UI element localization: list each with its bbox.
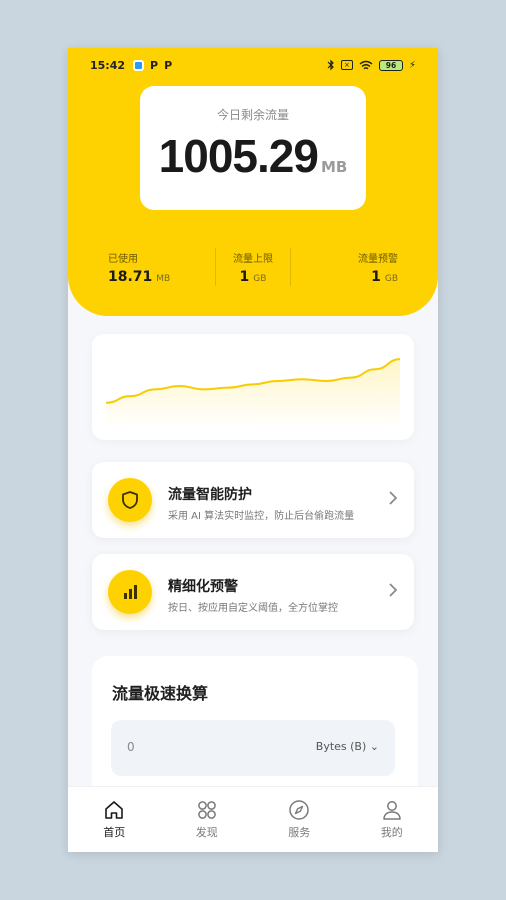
tab-mine[interactable]: 我的 — [346, 787, 439, 852]
stat-used: 已使用 18.71 MB — [68, 248, 205, 288]
bluetooth-icon — [327, 59, 334, 71]
trend-area — [106, 359, 400, 428]
stat-limit-unit: GB — [253, 274, 267, 284]
feature-icon-wrap — [108, 478, 152, 522]
status-bar: 15:42 P P × 96 ⚡ — [68, 48, 438, 82]
tab-label: 首页 — [103, 826, 126, 839]
notification-app-icon — [133, 59, 145, 71]
feature-icon-wrap — [108, 570, 152, 614]
stat-limit-label: 流量上限 — [233, 254, 273, 265]
remaining-value: 1005.29 — [158, 130, 319, 182]
remaining-data-card: 今日剩余流量 1005.29 MB — [140, 86, 366, 210]
app-screen: 15:42 P P × 96 ⚡ 今日剩余流量 1005.29 MB 已使用 1… — [68, 48, 438, 852]
grid-icon — [197, 801, 216, 819]
charging-icon: ⚡ — [408, 59, 416, 71]
stat-divider — [290, 248, 292, 286]
bottom-tab-bar: 首页 发现 服务 我的 — [68, 786, 438, 852]
battery-indicator: 96 — [378, 59, 403, 71]
tab-discover[interactable]: 发现 — [161, 787, 254, 852]
notification-p-icon: P — [150, 58, 159, 72]
feature-title: 精细化预警 — [168, 579, 238, 595]
stat-warning-label: 流量预警 — [358, 254, 399, 265]
bar-chart-icon — [124, 585, 137, 599]
stat-used-unit: MB — [156, 274, 171, 284]
stat-limit[interactable]: 流量上限 1 GB — [205, 248, 302, 288]
stat-used-value: 18.71 — [108, 269, 153, 285]
tab-label: 我的 — [380, 826, 403, 839]
chevron-down-icon: ⌄ — [369, 740, 379, 753]
tab-services[interactable]: 服务 — [253, 787, 346, 852]
unit-select-value: Bytes (B) — [315, 740, 367, 753]
chevron-right-icon — [389, 583, 398, 597]
chevron-right-icon — [389, 491, 398, 505]
sim-icon: × — [340, 60, 353, 70]
converter-value[interactable]: 0 — [127, 740, 135, 754]
stat-limit-value: 1 — [239, 269, 250, 285]
converter-input[interactable]: 0 Bytes (B) ⌄ — [111, 720, 395, 776]
status-time: 15:42 — [90, 58, 126, 72]
tab-home[interactable]: 首页 — [68, 787, 161, 852]
compass-icon — [289, 800, 309, 820]
usage-trend-chart — [92, 334, 414, 440]
stat-divider — [214, 248, 216, 286]
wifi-icon — [359, 60, 373, 69]
trend-chart-svg — [105, 358, 401, 428]
unit-select[interactable]: Bytes (B) ⌄ — [316, 740, 379, 753]
stat-used-label: 已使用 — [108, 254, 138, 265]
feature-description: 采用 AI 算法实时监控，防止后台偷跑流量 — [168, 511, 355, 522]
usage-stats: 已使用 18.71 MB 流量上限 1 GB 流量预警 1 GB — [68, 248, 438, 288]
tab-label: 发现 — [195, 826, 218, 839]
feature-card-smart-protection[interactable]: 流量智能防护 采用 AI 算法实时监控，防止后台偷跑流量 — [92, 462, 414, 538]
user-icon — [383, 801, 401, 820]
stat-warning-unit: GB — [384, 274, 399, 284]
hero-header: 15:42 P P × 96 ⚡ 今日剩余流量 1005.29 MB 已使用 1… — [68, 48, 438, 316]
shield-icon — [122, 491, 138, 509]
remaining-unit: MB — [320, 158, 348, 176]
feature-description: 按日、按应用自定义阈值，全方位掌控 — [168, 603, 338, 614]
converter-title: 流量极速换算 — [112, 684, 209, 703]
feature-title: 流量智能防护 — [168, 487, 252, 503]
stat-warning[interactable]: 流量预警 1 GB — [301, 248, 438, 288]
notification-p-icon-2: P — [164, 58, 173, 72]
home-icon — [105, 801, 124, 819]
feature-card-precise-warning[interactable]: 精细化预警 按日、按应用自定义阈值，全方位掌控 — [92, 554, 414, 630]
tab-label: 服务 — [288, 826, 311, 839]
stat-warning-value: 1 — [371, 269, 381, 285]
remaining-label: 今日剩余流量 — [216, 108, 289, 122]
